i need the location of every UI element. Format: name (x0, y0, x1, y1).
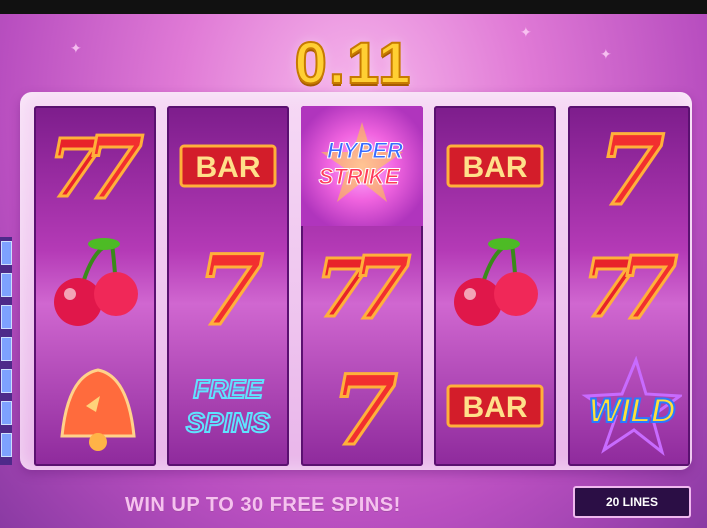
payline-marker (1, 401, 12, 425)
svg-text:7: 7 (84, 118, 144, 216)
spins-label: SPINS (186, 407, 270, 438)
svg-text:7: 7 (331, 356, 398, 456)
hyper-label: HYPER (327, 138, 403, 163)
payline-marker (1, 273, 12, 297)
reel-1: 77 (34, 106, 156, 466)
bar-label: BAR (463, 151, 528, 184)
payline-marker (1, 241, 12, 265)
win-amount: 0.11 (294, 30, 413, 97)
bar-symbol: BAR (167, 106, 289, 226)
free-label: FREE (193, 374, 263, 404)
svg-text:7: 7 (197, 236, 264, 336)
payline-marker (1, 369, 12, 393)
reel-3: HYPER STRIKE 77 7 (301, 106, 423, 466)
svg-text:7: 7 (351, 238, 411, 336)
bar-label: BAR (463, 391, 528, 424)
svg-text:7: 7 (598, 116, 665, 216)
double-seven-symbol: 77 (568, 226, 690, 346)
reel-4: BAR BAR (434, 106, 556, 466)
svg-text:7: 7 (618, 238, 678, 336)
payline-marker (1, 305, 12, 329)
wild-symbol: WILD (568, 346, 690, 466)
paylines-indicator (0, 237, 12, 465)
payline-marker (1, 337, 12, 361)
double-seven-symbol: 77 (301, 226, 423, 346)
seven-symbol: 7 (568, 106, 690, 226)
free-spins-symbol: FREE SPINS (167, 346, 289, 466)
payline-marker (1, 433, 12, 457)
bar-symbol: BAR (434, 346, 556, 466)
reel-2: BAR 7 FREE SPINS (167, 106, 289, 466)
top-bar (0, 0, 707, 14)
promo-banner: WIN UP TO 30 FREE SPINS! (125, 494, 401, 516)
bar-symbol: BAR (434, 106, 556, 226)
cherry-symbol (434, 226, 556, 346)
lines-indicator[interactable]: 20 LINES (573, 486, 691, 518)
bar-label: BAR (196, 151, 261, 184)
wild-label: WILD (589, 392, 676, 430)
seven-symbol: 7 (301, 346, 423, 466)
reel-5: 7 77 WILD (568, 106, 690, 466)
seven-symbol: 7 (167, 226, 289, 346)
hyper-strike-symbol: HYPER STRIKE (301, 106, 423, 226)
strike-label: STRIKE (319, 164, 401, 189)
reels-frame: 77 BAR 7 FREE SPINS HYPER STRIKE 77 7 BA… (20, 92, 692, 470)
bell-symbol (34, 346, 156, 466)
cherry-symbol (34, 226, 156, 346)
double-seven-symbol: 77 (34, 106, 156, 226)
